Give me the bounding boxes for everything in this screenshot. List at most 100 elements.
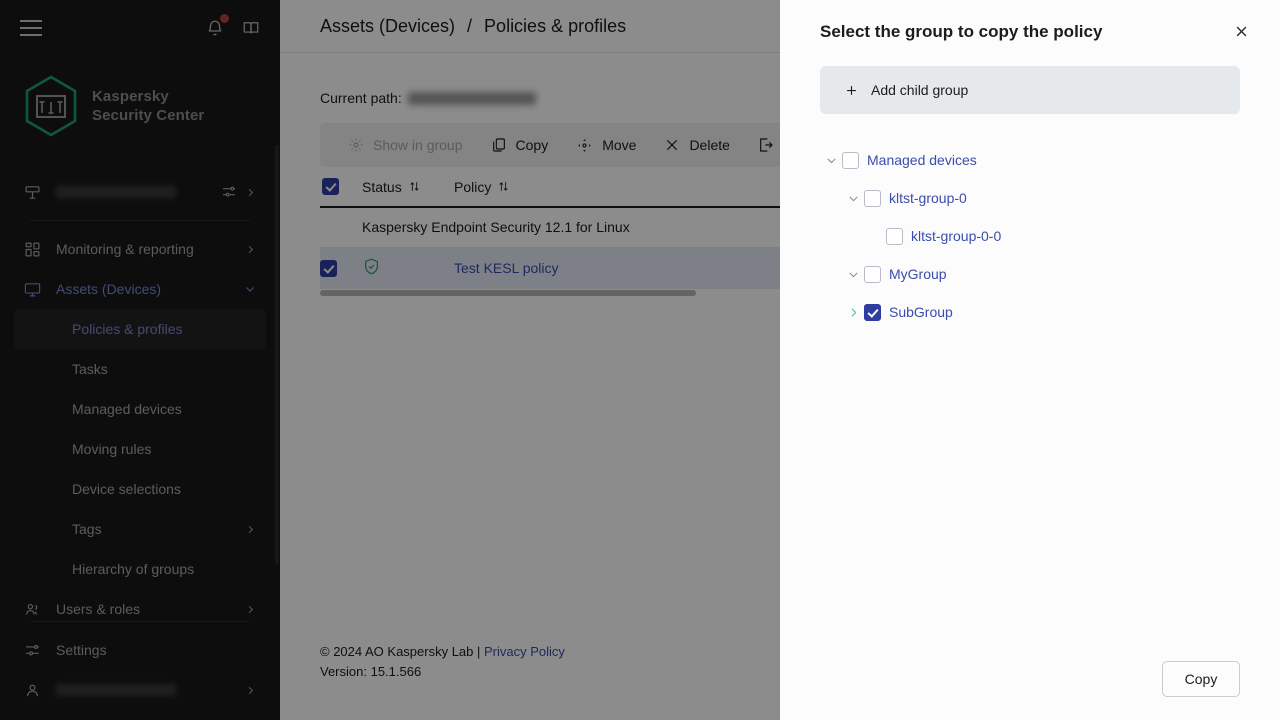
chevron-down-icon[interactable]: [820, 154, 842, 167]
sidebar-item-tasks[interactable]: Tasks: [14, 349, 266, 389]
copy-button[interactable]: Copy: [477, 123, 563, 167]
tree-checkbox-kltst-group-0-0[interactable]: [886, 228, 903, 245]
sidebar-item-assets-label: Assets (Devices): [56, 281, 161, 297]
footer-copyright: © 2024 AO Kaspersky Lab |: [320, 644, 480, 659]
sidebar-item-settings[interactable]: Settings: [14, 630, 266, 670]
tree-item-kltst-group-0[interactable]: kltst-group-0: [820, 179, 1240, 217]
breadcrumb-current: Policies & profiles: [484, 16, 626, 37]
breadcrumb-parent[interactable]: Assets (Devices): [320, 16, 455, 37]
sidebar-item-moving-rules[interactable]: Moving rules: [14, 429, 266, 469]
chevron-right-icon: [245, 685, 256, 696]
tree-label-kltst-group-0[interactable]: kltst-group-0: [889, 190, 967, 206]
sidebar-item-hierarchy-of-groups[interactable]: Hierarchy of groups: [14, 549, 266, 589]
tree-checkbox-managed-devices[interactable]: [842, 152, 859, 169]
brand-line-1: Kaspersky: [92, 87, 204, 106]
page-footer: © 2024 AO Kaspersky Lab | Privacy Policy…: [320, 642, 565, 682]
sort-icon: [408, 180, 421, 193]
chevron-down-icon[interactable]: [842, 268, 864, 281]
dashboard-icon: [24, 241, 46, 258]
panel-header: Select the group to copy the policy: [780, 0, 1280, 44]
sidebar-item-monitoring-label: Monitoring & reporting: [56, 241, 194, 257]
brand: Kaspersky Security Center: [0, 56, 280, 134]
tree-item-mygroup[interactable]: MyGroup: [820, 255, 1240, 293]
copy-policy-panel: Select the group to copy the policy Add …: [780, 0, 1280, 720]
sidebar-scrollbar[interactable]: [275, 145, 279, 565]
tree-label-managed-devices[interactable]: Managed devices: [867, 152, 977, 168]
delete-button[interactable]: Delete: [650, 123, 743, 167]
column-status[interactable]: Status: [362, 167, 454, 207]
close-x-icon: [664, 137, 680, 153]
sidebar-item-device-selections[interactable]: Device selections: [14, 469, 266, 509]
notification-badge: [220, 14, 229, 23]
tree-item-managed-devices[interactable]: Managed devices: [820, 141, 1240, 179]
policy-link[interactable]: Test KESL policy: [454, 260, 559, 276]
sidebar-item-hierarchy-of-groups-label: Hierarchy of groups: [72, 561, 194, 577]
brand-text: Kaspersky Security Center: [92, 87, 204, 125]
footer-copyright-line: © 2024 AO Kaspersky Lab | Privacy Policy: [320, 642, 565, 662]
tree-checkbox-mygroup[interactable]: [864, 266, 881, 283]
tree-item-subgroup[interactable]: SubGroup: [820, 293, 1240, 331]
sidebar-item-tags-label: Tags: [72, 521, 102, 537]
sidebar-item-policies-profiles[interactable]: Policies & profiles: [14, 309, 266, 349]
copy-confirm-button[interactable]: Copy: [1162, 661, 1240, 697]
bell-icon[interactable]: [204, 17, 226, 39]
privacy-policy-link[interactable]: Privacy Policy: [484, 644, 565, 659]
hamburger-menu-icon[interactable]: [20, 20, 42, 36]
copy-label: Copy: [516, 137, 549, 153]
sidebar-item-server[interactable]: [14, 172, 266, 212]
sliders-icon[interactable]: [221, 184, 256, 200]
server-icon: [24, 184, 46, 201]
close-icon[interactable]: [1230, 20, 1252, 42]
sidebar-item-moving-rules-label: Moving rules: [72, 441, 151, 457]
table-scrollbar-thumb[interactable]: [320, 290, 696, 296]
tree-label-kltst-group-0-0[interactable]: kltst-group-0-0: [911, 228, 1001, 244]
row-checkbox-cell: [320, 247, 362, 289]
shield-check-icon: [362, 257, 381, 276]
footer-version: Version: 15.1.566: [320, 662, 565, 682]
row-checkbox[interactable]: [320, 260, 337, 277]
sidebar-item-monitoring[interactable]: Monitoring & reporting: [14, 229, 266, 269]
brand-line-2: Security Center: [92, 106, 204, 125]
user-icon: [24, 682, 46, 699]
add-child-group-button[interactable]: Add child group: [820, 66, 1240, 114]
current-path-value-redacted: [408, 92, 536, 105]
move-button[interactable]: Move: [562, 123, 650, 167]
monitor-icon: [24, 281, 46, 298]
show-in-group-label: Show in group: [373, 137, 463, 153]
sidebar-topbar-actions: [204, 17, 262, 39]
select-all-checkbox[interactable]: [322, 178, 339, 195]
sidebar-item-device-selections-label: Device selections: [72, 481, 181, 497]
panel-footer: Copy: [1162, 661, 1240, 697]
tree-checkbox-kltst-group-0[interactable]: [864, 190, 881, 207]
sidebar-item-managed-devices-label: Managed devices: [72, 401, 182, 417]
tree-checkbox-subgroup[interactable]: [864, 304, 881, 321]
group-row-spacer: [320, 207, 362, 247]
sidebar-item-tasks-label: Tasks: [72, 361, 108, 377]
show-in-group-button[interactable]: Show in group: [334, 123, 477, 167]
sidebar-item-tags[interactable]: Tags: [14, 509, 266, 549]
column-status-label: Status: [362, 179, 402, 195]
sidebar: Kaspersky Security Center: [0, 0, 280, 720]
tree-item-kltst-group-0-0[interactable]: kltst-group-0-0: [820, 217, 1240, 255]
sidebar-item-managed-devices[interactable]: Managed devices: [14, 389, 266, 429]
sidebar-item-user-account[interactable]: [14, 670, 266, 710]
chevron-down-icon: [244, 283, 256, 295]
sidebar-divider-top: [30, 220, 250, 221]
tree-label-subgroup[interactable]: SubGroup: [889, 304, 953, 320]
move-icon: [576, 137, 593, 154]
column-policy-label: Policy: [454, 179, 491, 195]
app-root: Kaspersky Security Center: [0, 0, 1280, 720]
sidebar-divider-bottom: [30, 621, 250, 622]
chevron-down-icon[interactable]: [842, 192, 864, 205]
sidebar-item-policies-profiles-label: Policies & profiles: [72, 321, 183, 337]
chevron-right-icon: [245, 524, 256, 535]
book-icon[interactable]: [240, 17, 262, 39]
move-label: Move: [602, 137, 636, 153]
chevron-right-icon[interactable]: [842, 306, 864, 319]
export-icon: [758, 137, 774, 153]
tree-label-mygroup[interactable]: MyGroup: [889, 266, 947, 282]
sidebar-item-user-account-label: [56, 684, 176, 696]
sidebar-item-assets[interactable]: Assets (Devices): [14, 269, 266, 309]
sliders-icon: [24, 642, 46, 659]
delete-label: Delete: [689, 137, 729, 153]
